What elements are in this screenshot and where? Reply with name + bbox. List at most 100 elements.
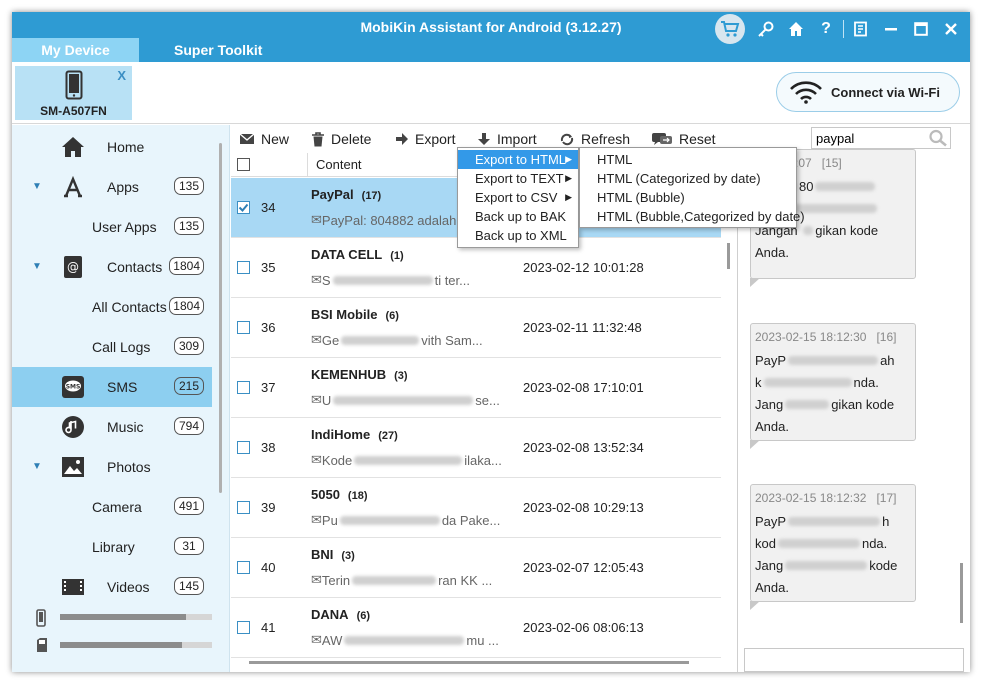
search-input[interactable] [812, 128, 922, 148]
menu-item-html-categorized[interactable]: HTML (Categorized by date) [580, 169, 796, 188]
device-card[interactable]: X SM-A507FN [15, 66, 132, 120]
panel-scrollbar[interactable] [960, 563, 963, 623]
export-button[interactable]: Export [395, 131, 455, 147]
menu-item-html-bubble[interactable]: HTML (Bubble) [580, 188, 796, 207]
chevron-down-icon[interactable]: ▼ [32, 181, 42, 192]
sms-icon: SMS [60, 375, 86, 399]
table-row[interactable]: 36 BSI Mobile (6) ✉ Ge vith Sam... 2023-02-… [231, 298, 721, 358]
sidebar-item-music[interactable]: Music 794 [12, 407, 212, 447]
device-close-icon[interactable]: X [117, 68, 126, 83]
sidebar-item-sms[interactable]: SMS SMS 215 [12, 367, 212, 407]
chevron-down-icon[interactable]: ▼ [32, 261, 42, 272]
message-date: 2023-02-06 08:06:13 [523, 620, 644, 635]
row-checkbox[interactable] [237, 201, 250, 214]
sd-card-icon [36, 637, 48, 656]
sidebar-item-videos[interactable]: Videos 145 [12, 567, 212, 595]
sidebar-item-apps[interactable]: ▼ Apps 135 [12, 167, 212, 207]
search-box[interactable] [811, 127, 951, 149]
wifi-icon [790, 81, 822, 104]
sidebar-item-call-logs[interactable]: Call Logs 309 [12, 327, 212, 367]
row-checkbox[interactable] [237, 501, 250, 514]
sidebar-item-label: Home [107, 139, 145, 155]
chevron-down-icon[interactable]: ▼ [32, 461, 42, 472]
sidebar-item-contacts[interactable]: ▼ @ Contacts 1804 [12, 247, 212, 287]
row-checkbox[interactable] [237, 561, 250, 574]
new-button[interactable]: New [239, 131, 289, 147]
sidebar-scrollbar[interactable] [219, 143, 222, 493]
line-end: kode [869, 558, 898, 573]
sidebar-item-user-apps[interactable]: User Apps 135 [12, 207, 212, 247]
row-checkbox[interactable] [237, 621, 250, 634]
message-time-text: 2023-02-15 18:12:30 [755, 330, 867, 344]
row-checkbox[interactable] [237, 381, 250, 394]
menu-item-export-text[interactable]: Export to TEXT ▶ [458, 169, 578, 188]
tab-super-toolkit[interactable]: Super Toolkit [152, 38, 282, 62]
menu-item-label: Back up to XML [475, 228, 567, 243]
key-icon[interactable] [751, 14, 781, 44]
tab-my-device[interactable]: My Device [12, 38, 139, 62]
contact-name: IndiHome (27) [311, 427, 398, 442]
reset-button[interactable]: Reset [651, 131, 716, 147]
table-horizontal-scrollbar[interactable] [249, 661, 689, 664]
sd-storage-fill [60, 642, 182, 648]
feedback-icon[interactable] [846, 14, 876, 44]
sidebar-item-all-contacts[interactable]: All Contacts 1804 [12, 287, 212, 327]
message-date: 2023-02-11 11:32:48 [523, 320, 642, 335]
sidebar-item-photos[interactable]: ▼ Photos [12, 447, 212, 487]
menu-item-backup-xml[interactable]: Back up to XML [458, 226, 578, 245]
message-line: kod nda. [755, 533, 911, 555]
menu-item-backup-bak[interactable]: Back up to BAK [458, 207, 578, 226]
table-row[interactable]: 41 DANA (6) ✉ AW mu ... 2023-02-06 08:06:13 [231, 598, 721, 658]
sidebar-item-library[interactable]: Library 31 [12, 527, 212, 567]
search-icon[interactable] [928, 129, 948, 150]
table-row[interactable]: 39 5050 (18) ✉ Pu da Pake... 2023-02-08 10:… [231, 478, 721, 538]
menu-item-export-csv[interactable]: Export to CSV ▶ [458, 188, 578, 207]
message-bubble[interactable]: 2023-02-15 18:12:32 [17] PayP h kod nda. J… [750, 484, 916, 610]
message-date: 2023-02-08 10:29:13 [523, 500, 644, 515]
sidebar-item-home[interactable]: Home [12, 127, 212, 167]
contact-name-text: DANA [311, 607, 349, 622]
table-row[interactable]: 40 BNI (3) ✉ Terin ran KK ... 2023-02-07 12… [231, 538, 721, 598]
message-count: (17) [361, 190, 382, 202]
table-row[interactable]: 38 IndiHome (27) ✉ Kode ilaka... 2023-02-08… [231, 418, 721, 478]
row-number: 41 [261, 620, 276, 635]
message-index: [17] [876, 491, 897, 505]
cart-icon[interactable] [715, 14, 745, 44]
menu-item-html[interactable]: HTML [580, 150, 796, 169]
row-number: 39 [261, 500, 276, 515]
row-checkbox[interactable] [237, 441, 250, 454]
sidebar-item-label: User Apps [92, 219, 157, 235]
preview-start: Kode [321, 452, 353, 468]
export-html-submenu: HTML HTML (Categorized by date) HTML (Bu… [579, 147, 805, 228]
delete-button[interactable]: Delete [311, 131, 371, 147]
refresh-button[interactable]: Refresh [559, 131, 630, 147]
redacted-text [763, 378, 852, 387]
menu-item-html-bubble-categorized[interactable]: HTML (Bubble,Categorized by date) [580, 207, 805, 226]
select-all-checkbox[interactable] [237, 158, 250, 171]
line-start: PayP [755, 514, 787, 529]
close-icon[interactable] [936, 14, 966, 44]
connect-wifi-button[interactable]: Connect via Wi-Fi [776, 72, 960, 112]
contacts-icon: @ [60, 255, 86, 279]
import-button[interactable]: Import [477, 131, 537, 147]
message-bubble[interactable]: 2023-02-15 18:12:30 [16] PayP ah k nda. Ja… [750, 323, 916, 449]
title-bar: MobiKin Assistant for Android (3.12.27) … [12, 12, 970, 62]
envelope-open-icon: ✉ [311, 512, 322, 527]
export-label: Export [415, 131, 456, 147]
row-checkbox[interactable] [237, 321, 250, 334]
export-menu: Export to HTML ▶ Export to TEXT ▶ Export t… [457, 147, 579, 248]
svg-text:SMS: SMS [66, 384, 81, 391]
maximize-icon[interactable] [906, 14, 936, 44]
table-vertical-scrollbar[interactable] [727, 243, 730, 269]
help-icon[interactable]: ? [811, 14, 841, 44]
sd-storage [12, 631, 230, 661]
home-icon[interactable] [781, 14, 811, 44]
sidebar-item-camera[interactable]: Camera 491 [12, 487, 212, 527]
table-row[interactable]: 37 KEMENHUB (3) ✉ Use... 2023-02-08 17:10:… [231, 358, 721, 418]
row-checkbox[interactable] [237, 261, 250, 274]
title-bar-icons: ? [715, 14, 966, 44]
minimize-icon[interactable] [876, 14, 906, 44]
reply-input[interactable] [744, 648, 964, 672]
sidebar-item-label: All Contacts [92, 299, 167, 315]
menu-item-export-html[interactable]: Export to HTML ▶ [458, 150, 578, 169]
